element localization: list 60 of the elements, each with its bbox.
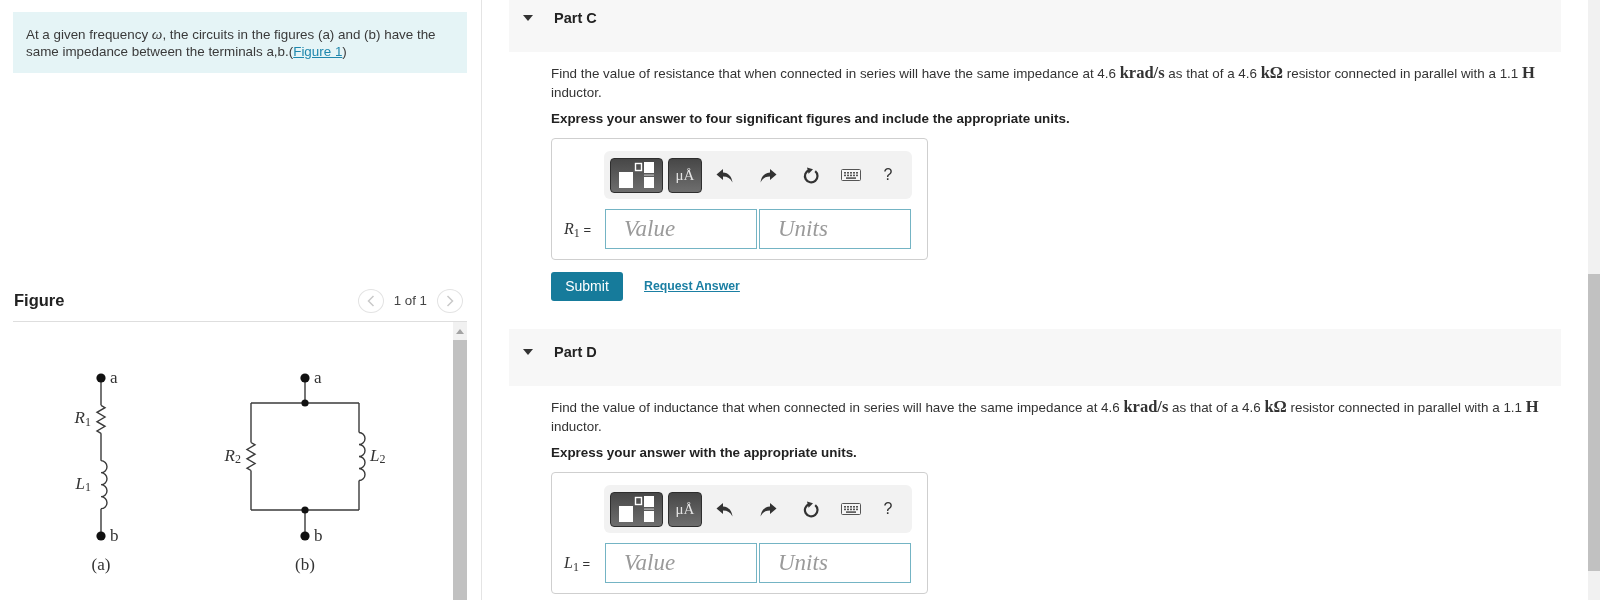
template-icon [618, 162, 655, 188]
part-header[interactable]: Part D [509, 329, 1561, 386]
component-label: L$_{2}$ [370, 445, 386, 466]
template-icon [618, 496, 655, 522]
component-label: R$_{1}$ [74, 408, 91, 429]
value-field[interactable]: Value [605, 209, 757, 249]
keyboard-icon [841, 169, 861, 181]
part-header[interactable]: Part C [509, 0, 1561, 52]
circuit-caption: (a) [91, 555, 111, 575]
question-text: Find the value of resistance that when connected in series will have the same impedance at 4.6 krad/s as that of a 4.6 kΩ resistor connected in parallel with a 1.1 H inductor. [551, 63, 1536, 102]
figure-title: Figure [14, 290, 65, 312]
reset-icon [803, 166, 821, 184]
resistor-symbol [245, 441, 257, 472]
value-field[interactable]: Value [605, 543, 757, 583]
keyboard-icon [841, 503, 861, 515]
terminal-dot [300, 373, 310, 383]
part-title: Part C [554, 10, 597, 27]
terminal-label: a [314, 368, 322, 388]
wire [100, 432, 102, 462]
help-button[interactable]: ? [868, 157, 908, 193]
page-indicator: 1 of 1 [393, 291, 427, 310]
inductor-symbol [100, 459, 108, 510]
chevron-right-icon [446, 294, 454, 307]
template-button[interactable] [610, 491, 663, 527]
units-field[interactable]: Units [759, 543, 911, 583]
terminal-label: b [314, 526, 323, 546]
question-text: Find the value of inductance that when connected in series will have the same impedance at 4.6 krad/s as that of a 4.6 kΩ resistor connected in parallel with a 1.1 H inductor. [551, 397, 1540, 436]
chevron-left-icon [366, 294, 375, 307]
terminal-dot [96, 373, 106, 383]
terminal-label: a [110, 368, 118, 388]
part-title: Part D [554, 344, 597, 361]
redo-icon [759, 167, 777, 183]
component-label: L$_{1}$ [75, 473, 91, 494]
undo-icon [715, 167, 733, 183]
junction-dot [301, 506, 309, 514]
component-label: R$_{2}$ [224, 445, 241, 466]
terminal-dot [300, 531, 310, 541]
intro-text: At a given frequency ω, the circuits in the figures (a) and (b) have the same impedance between the terminals a,b.(Figure 1) [26, 26, 437, 60]
units-field[interactable]: Units [759, 209, 911, 249]
instruction-text: Express your answer with the appropriate units. [551, 444, 858, 462]
instruction-text: Express your answer to four significant figures and include the appropriate units. [551, 110, 1071, 128]
figure-link[interactable]: Figure 1 [293, 44, 343, 59]
units-button[interactable]: μÅ [668, 157, 702, 193]
terminal-dot [96, 531, 106, 541]
template-button[interactable] [610, 157, 663, 193]
reset-icon [803, 500, 821, 518]
inductor-symbol [358, 431, 366, 482]
undo-icon [715, 501, 733, 517]
request-answer-link[interactable]: Request Answer [644, 277, 740, 296]
submit-button[interactable]: Submit [551, 272, 623, 301]
help-button[interactable]: ? [868, 491, 908, 527]
resistor-symbol [95, 404, 107, 435]
junction-dot [301, 399, 309, 407]
scroll-up-icon [456, 329, 464, 334]
answer-label: R$_{1}$ = [564, 219, 592, 241]
circuit-caption: (b) [295, 555, 315, 575]
units-button[interactable]: μÅ [668, 491, 702, 527]
terminal-label: b [110, 526, 119, 546]
redo-icon [759, 501, 777, 517]
answer-label: L$_{1}$ = [564, 553, 592, 575]
